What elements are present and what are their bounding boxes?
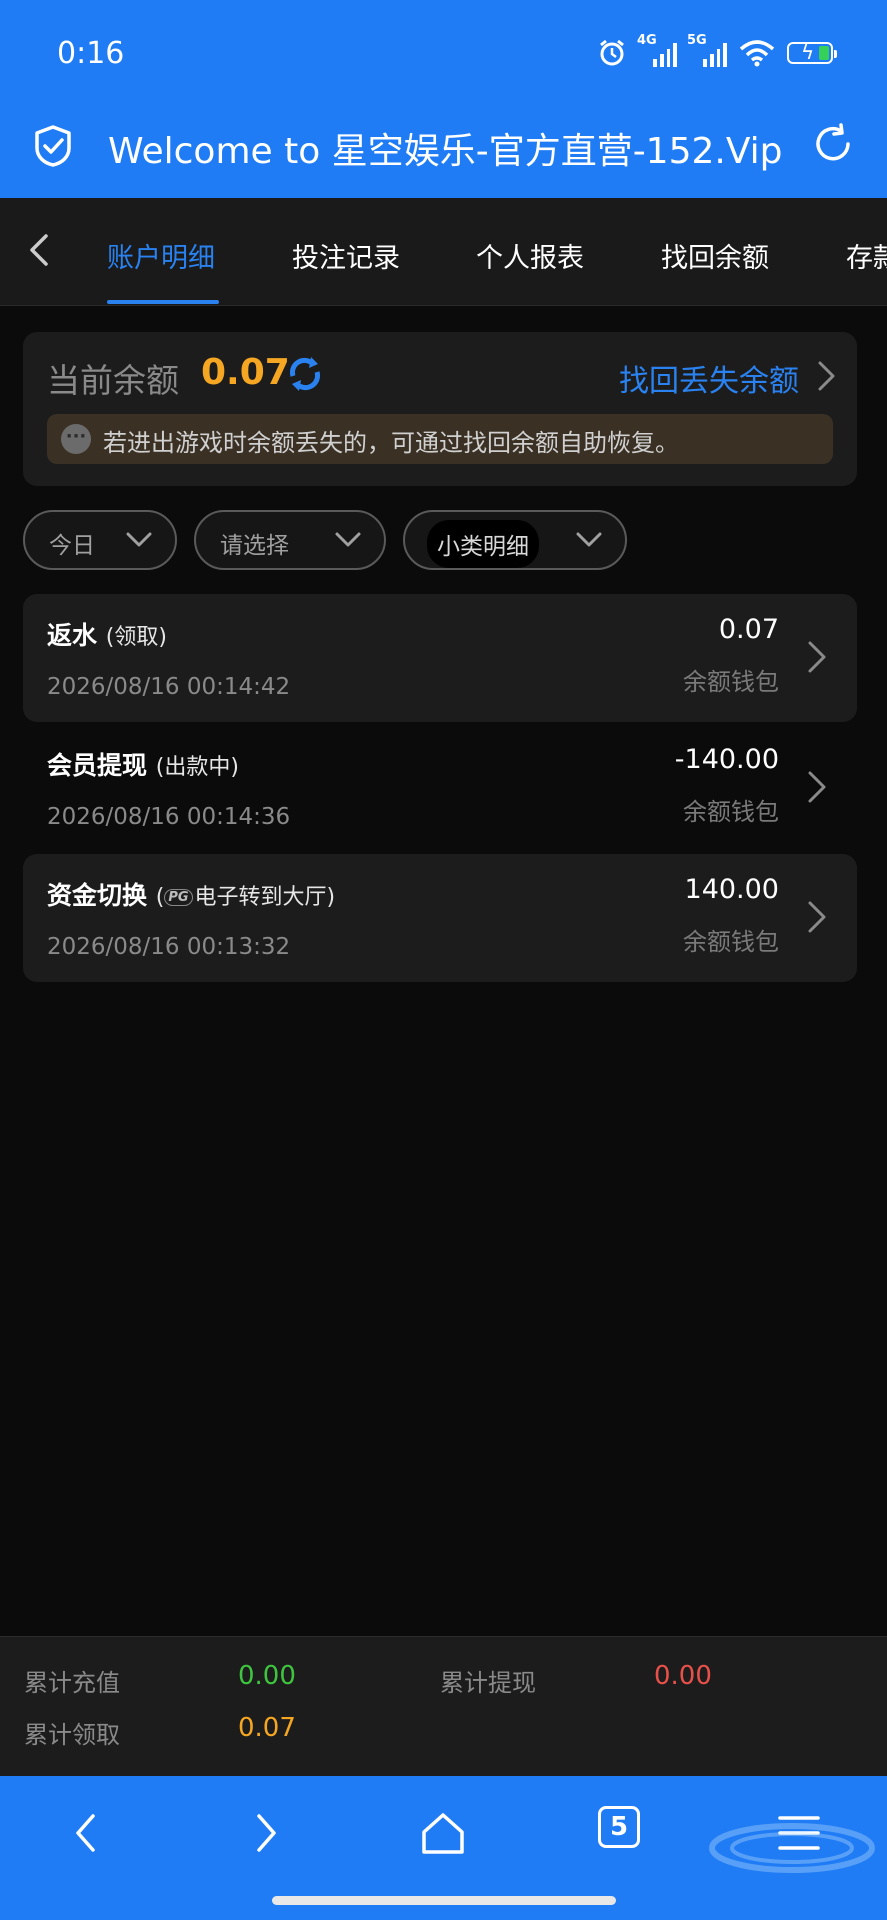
record-time: 2026/08/16 00:14:36 <box>47 804 291 830</box>
chevron-right-icon <box>808 771 826 803</box>
page-title: Welcome to 星空娱乐-官方直营-152.Vip <box>108 131 783 172</box>
battery-icon: ϟ <box>787 40 837 64</box>
summary-panel: 累计充值 0.00 累计提现 0.00 累计领取 0.07 <box>0 1636 887 1776</box>
tabs-count-button[interactable]: 5 <box>598 1806 640 1848</box>
chevron-right-icon[interactable] <box>813 358 839 394</box>
date-filter-dropdown[interactable]: 今日 <box>23 510 177 570</box>
record-amount: -140.00 <box>674 744 779 775</box>
record-amount: 140.00 <box>684 874 779 905</box>
total-claim-label: 累计领取 <box>24 1721 120 1749</box>
balance-value: 0.07 <box>201 352 290 393</box>
nav-forward-icon[interactable] <box>238 1806 292 1860</box>
record-time: 2026/08/16 00:14:42 <box>47 674 291 700</box>
balance-label: 当前余额 <box>47 361 179 400</box>
chevron-right-icon <box>808 901 826 933</box>
total-claim-value: 0.07 <box>238 1713 296 1743</box>
recover-lost-balance-link[interactable]: 找回丢失余额 <box>619 356 799 400</box>
record-title: 资金切换 (PG 电子转到大厅) <box>47 881 336 910</box>
total-recharge-value: 0.00 <box>238 1661 296 1691</box>
nav-home-icon[interactable] <box>416 1806 470 1860</box>
total-withdraw-value: 0.00 <box>654 1661 712 1691</box>
refresh-balance-icon[interactable] <box>285 354 325 394</box>
record-row[interactable]: 资金切换 (PG 电子转到大厅) 2026/08/16 00:13:32 140.… <box>23 854 857 982</box>
tab-deposit[interactable]: 存款 <box>846 236 887 275</box>
balance-card: 当前余额 0.07 找回丢失余额 ··· 若进出游戏时余额丢失的，可通过找回余额… <box>23 332 857 486</box>
shield-icon[interactable] <box>32 124 74 168</box>
reload-icon[interactable] <box>811 122 855 166</box>
date-filter-label: 今日 <box>49 533 95 559</box>
chevron-right-icon <box>808 641 826 673</box>
home-indicator[interactable] <box>272 1896 616 1905</box>
record-title: 返水 (领取) <box>47 621 167 650</box>
notice-banner: ··· 若进出游戏时余额丢失的，可通过找回余额自助恢复。 <box>47 414 833 464</box>
detail-filter-dropdown[interactable]: 小类明细 <box>403 510 627 570</box>
record-amount: 0.07 <box>718 614 779 645</box>
signal-4g-icon: 4G <box>637 33 677 67</box>
pg-logo-icon: PG <box>164 888 193 906</box>
total-recharge-label: 累计充值 <box>24 1669 120 1697</box>
chat-bubble-icon: ··· <box>61 424 91 454</box>
record-row[interactable]: 会员提现 (出款中) 2026/08/16 00:14:36 -140.00 余… <box>23 724 857 852</box>
chevron-down-icon <box>576 532 602 547</box>
active-tab-indicator <box>107 300 219 304</box>
record-wallet: 余额钱包 <box>683 798 779 826</box>
record-row[interactable]: 返水 (领取) 2026/08/16 00:14:42 0.07 余额钱包 <box>23 594 857 722</box>
tab-bet-records[interactable]: 投注记录 <box>292 236 400 275</box>
alarm-icon <box>600 39 624 66</box>
record-wallet: 余额钱包 <box>683 668 779 696</box>
status-icons: 4G 5G ϟ <box>597 33 837 68</box>
browser-header: 0:16 4G 5G ϟ Welcome to 星空娱乐-官方直营-152.Vi… <box>0 0 887 198</box>
total-withdraw-label: 累计提现 <box>440 1669 536 1697</box>
back-chevron-icon[interactable] <box>22 230 58 270</box>
tab-bar: 账户明细 投注记录 个人报表 找回余额 存款 <box>0 198 887 306</box>
chevron-down-icon <box>126 532 152 547</box>
record-title: 会员提现 (出款中) <box>47 751 239 780</box>
type-filter-label: 请选择 <box>220 533 289 559</box>
record-time: 2026/08/16 00:13:32 <box>47 934 291 960</box>
status-time: 0:16 <box>57 36 125 71</box>
type-filter-dropdown[interactable]: 请选择 <box>194 510 386 570</box>
signal-5g-icon: 5G <box>687 33 727 67</box>
detail-filter-label: 小类明细 <box>427 520 539 568</box>
chevron-down-icon <box>335 532 361 547</box>
tab-account-detail[interactable]: 账户明细 <box>107 236 215 275</box>
notice-text: 若进出游戏时余额丢失的，可通过找回余额自助恢复。 <box>103 429 679 457</box>
tab-personal-report[interactable]: 个人报表 <box>476 236 584 275</box>
tab-recover-balance[interactable]: 找回余额 <box>661 236 769 275</box>
nav-back-icon[interactable] <box>60 1806 114 1860</box>
wifi-icon <box>739 40 775 67</box>
record-wallet: 余额钱包 <box>683 928 779 956</box>
watermark-logo <box>709 1823 875 1873</box>
